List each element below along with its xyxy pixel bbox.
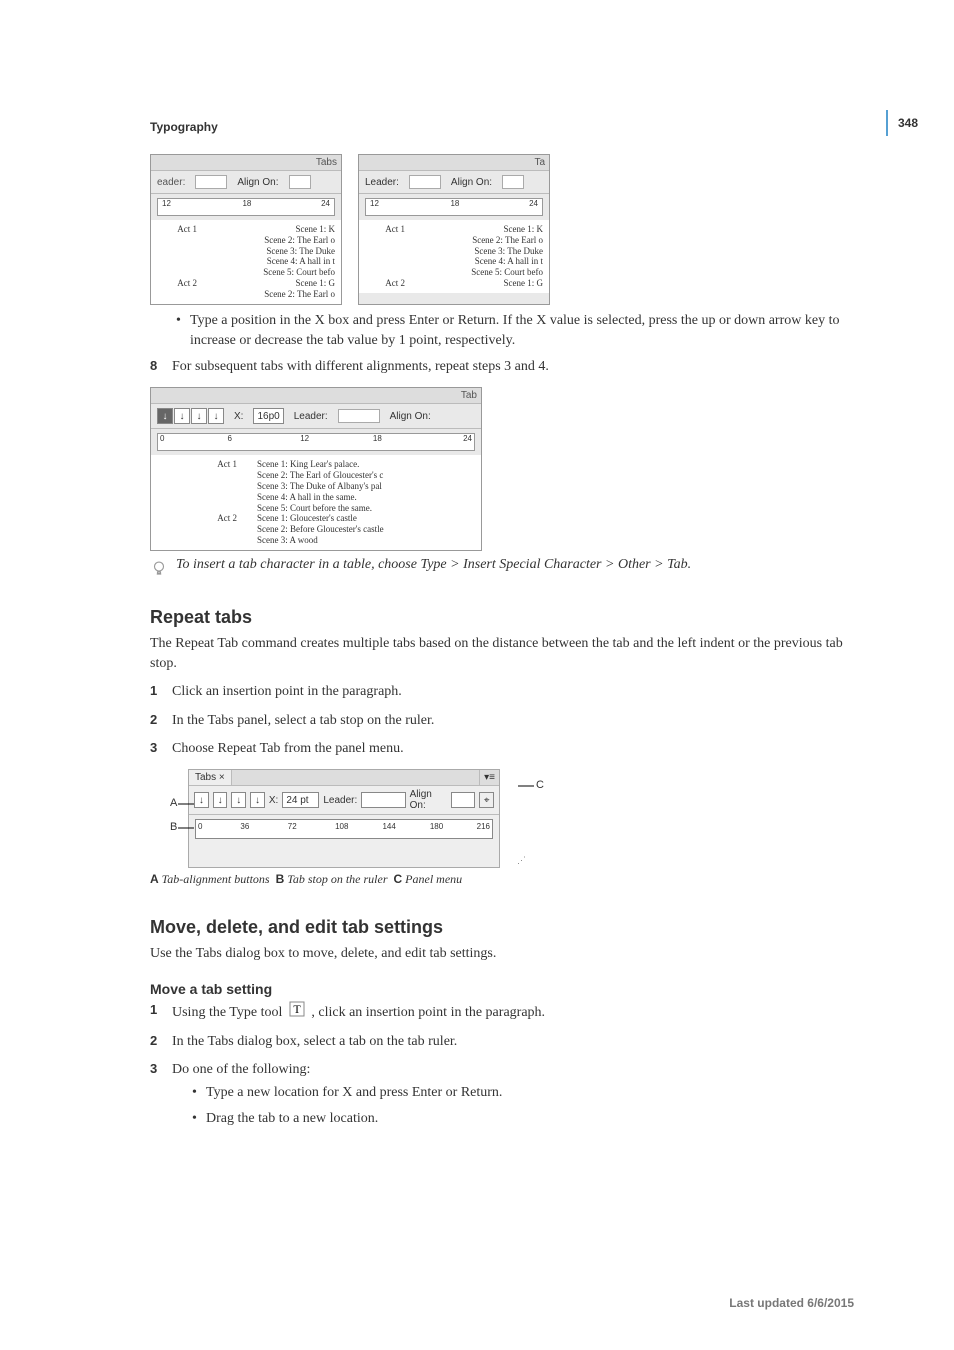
tab-right-align-button[interactable]: ↓	[191, 408, 207, 424]
tab-left-align-button[interactable]: ↓	[194, 792, 209, 808]
leader-field[interactable]	[409, 175, 441, 189]
align-on-field[interactable]	[289, 175, 311, 189]
x-field[interactable]: 16p0	[253, 408, 283, 424]
repeat-step-2: In the Tabs panel, select a tab stop on …	[150, 711, 854, 731]
align-on-label: Align On:	[451, 177, 492, 188]
leader-field[interactable]	[338, 409, 380, 423]
tip: To insert a tab character in a table, ch…	[150, 557, 854, 577]
tab-right-align-button[interactable]: ↓	[231, 792, 246, 808]
last-updated: Last updated 6/6/2015	[729, 1296, 854, 1310]
ruler[interactable]: 0 6 12 18 24	[157, 433, 475, 451]
leader-field[interactable]	[195, 175, 227, 189]
panel-menu-icon[interactable]: ▾≡	[479, 770, 499, 785]
tabs-panel-left: Tabs eader: Align On: 12 18 24 Act 1Scen…	[150, 154, 342, 305]
chapter-header: Typography	[150, 120, 854, 134]
panel-title: Tabs	[316, 157, 337, 168]
move-sub-1: Type a new location for X and press Ente…	[192, 1083, 854, 1103]
lightbulb-icon	[150, 559, 168, 577]
leader-field[interactable]	[361, 792, 405, 808]
move-step-3: Do one of the following: Type a new loca…	[150, 1060, 854, 1129]
move-intro: Use the Tabs dialog box to move, delete,…	[150, 944, 854, 964]
align-on-label: Align On:	[390, 411, 431, 422]
figure-caption: A Tab-alignment buttons B Tab stop on th…	[150, 872, 854, 887]
figure-repeat-tabs-panel: A B C Tabs × ▾≡ ↓ ↓ ↓ ↓ X: 24 pt	[150, 769, 854, 887]
panel-title: Ta	[534, 157, 545, 168]
step-8: For subsequent tabs with different align…	[150, 357, 854, 377]
callout-line	[518, 785, 534, 787]
heading-move-tab: Move a tab setting	[150, 981, 854, 997]
panel-title: Tab	[461, 390, 477, 401]
ruler[interactable]: 12 18 24	[365, 198, 543, 216]
align-on-field[interactable]	[451, 792, 475, 808]
sample-text: Act 1Scene 1: King Lear's palace. Scene …	[151, 455, 481, 549]
callout-B: B	[170, 821, 177, 833]
magnet-icon[interactable]: ⌖	[479, 792, 494, 808]
repeat-step-1: Click an insertion point in the paragrap…	[150, 682, 854, 702]
align-on-label: Align On:	[410, 789, 447, 811]
resize-handle-icon[interactable]: ⋰	[517, 855, 526, 866]
move-sub-2: Drag the tab to a new location.	[192, 1109, 854, 1129]
heading-repeat-tabs: Repeat tabs	[150, 607, 854, 628]
tabs-panel-tab[interactable]: Tabs ×	[189, 770, 232, 785]
leader-label: Leader:	[294, 411, 328, 422]
heading-move-delete-edit: Move, delete, and edit tab settings	[150, 917, 854, 938]
align-on-field[interactable]	[502, 175, 524, 189]
repeat-tabs-intro: The Repeat Tab command creates multiple …	[150, 634, 854, 675]
align-on-label: Align On:	[237, 177, 278, 188]
figure-decimal-tabs: Tabs eader: Align On: 12 18 24 Act 1Scen…	[150, 154, 854, 305]
svg-text:T: T	[293, 1002, 301, 1016]
leader-label: Leader:	[323, 795, 357, 806]
leader-label: Leader:	[365, 177, 399, 188]
ruler[interactable]: 0 36 72 108 144 180 216	[195, 819, 493, 839]
tip-text: To insert a tab character in a table, ch…	[176, 557, 691, 573]
sample-text: Act 1Scene 1: K Scene 2: The Earl o Scen…	[359, 220, 549, 293]
x-label: X:	[269, 795, 278, 806]
tab-center-align-button[interactable]: ↓	[174, 408, 190, 424]
tab-center-align-button[interactable]: ↓	[213, 792, 228, 808]
tab-decimal-align-button[interactable]: ↓	[208, 408, 224, 424]
page-number: 348	[886, 110, 924, 136]
figure-mixed-tabs: Tab ↓ ↓ ↓ ↓ X: 16p0 Leader: Align On: 0 …	[150, 387, 854, 550]
move-step-1: Using the Type tool T , click an inserti…	[150, 1001, 854, 1024]
x-field[interactable]: 24 pt	[282, 792, 319, 808]
callout-A: A	[170, 797, 177, 809]
tab-left-align-button[interactable]: ↓	[157, 408, 173, 424]
move-step-2: In the Tabs dialog box, select a tab on …	[150, 1032, 854, 1052]
close-icon[interactable]: ×	[219, 772, 225, 783]
sample-text: Act 1Scene 1: K Scene 2: The Earl o Scen…	[151, 220, 341, 304]
type-tool-icon: T	[289, 1001, 305, 1024]
bullet-type-position: Type a position in the X box and press E…	[176, 311, 854, 352]
repeat-step-3: Choose Repeat Tab from the panel menu.	[150, 739, 854, 759]
callout-line	[178, 827, 194, 829]
callout-C: C	[536, 779, 544, 791]
ruler[interactable]: 12 18 24	[157, 198, 335, 216]
x-label: X:	[234, 411, 243, 422]
tabs-panel-right: Ta Leader: Align On: 12 18 24 Act 1Scene…	[358, 154, 550, 305]
callout-line	[178, 803, 194, 805]
tab-decimal-align-button[interactable]: ↓	[250, 792, 265, 808]
leader-label-trunc: eader:	[157, 177, 185, 188]
